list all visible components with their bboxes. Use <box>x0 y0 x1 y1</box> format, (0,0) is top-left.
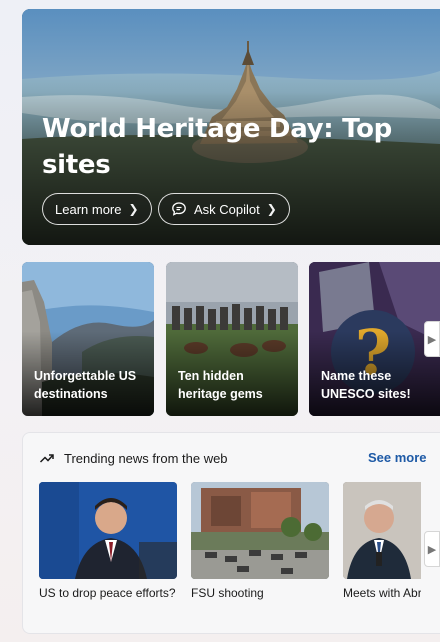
card-hidden-gems[interactable]: Ten hidden heritage gems <box>166 262 298 416</box>
ask-copilot-label: Ask Copilot <box>194 201 260 217</box>
chevron-right-icon: ❯ <box>266 202 277 216</box>
news-item[interactable]: FSU shooting <box>191 482 329 600</box>
chevron-right-icon: ❯ <box>128 202 139 216</box>
news-item[interactable]: US to drop peace efforts? <box>39 482 177 600</box>
trending-arrow-icon <box>39 454 54 463</box>
trending-header: Trending news from the web <box>39 450 228 466</box>
learn-more-button[interactable]: Learn more ❯ <box>42 193 152 225</box>
chevron-right-icon: ▶ <box>427 333 437 346</box>
hero-title: World Heritage Day: Top sites <box>42 114 392 180</box>
news-caption: Meets with Abr <box>343 586 421 600</box>
learn-more-label: Learn more <box>55 201 122 217</box>
see-more-link[interactable]: See more <box>368 450 427 465</box>
trending-news-panel: Trending news from the web See more US t… <box>22 432 440 634</box>
news-thumbnail <box>39 482 177 579</box>
chevron-right-icon: ▶ <box>427 543 437 556</box>
news-caption: US to drop peace efforts? <box>39 586 176 600</box>
news-caption: FSU shooting <box>191 586 264 600</box>
chat-bubble-icon <box>172 202 186 216</box>
news-thumbnail <box>343 482 421 579</box>
news-item[interactable]: Meets with Abr <box>343 482 421 600</box>
card-us-destinations[interactable]: Unforgettable US destinations <box>22 262 154 416</box>
card-caption: Name these UNESCO sites! <box>321 369 411 401</box>
trending-heading: Trending news from the web <box>64 450 228 466</box>
news-thumbnail <box>191 482 329 579</box>
ask-copilot-button[interactable]: Ask Copilot ❯ <box>158 193 290 225</box>
news-scroll-right-button[interactable]: ▶ <box>424 531 440 567</box>
hero-banner[interactable]: World Heritage Day: Top sites Learn more… <box>22 9 440 245</box>
card-unesco-quiz[interactable]: ? Name these UNESCO sites! <box>309 262 440 416</box>
card-caption: Ten hidden heritage gems <box>178 369 263 401</box>
card-caption: Unforgettable US destinations <box>34 369 137 401</box>
cards-scroll-right-button[interactable]: ▶ <box>424 321 440 357</box>
